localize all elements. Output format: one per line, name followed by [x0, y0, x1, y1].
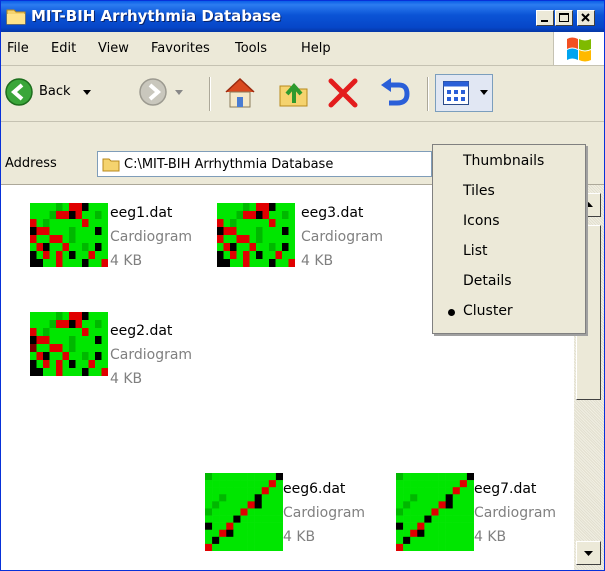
file-size: 4 KB	[110, 371, 143, 387]
minimize-button[interactable]	[536, 10, 554, 26]
folder-up-icon	[279, 82, 308, 107]
window-title: MIT-BIH Arrhythmia Database	[31, 7, 282, 25]
back-label: Back	[39, 84, 71, 99]
file-type: Cardiogram	[301, 229, 384, 245]
menu-favorites[interactable]: Favorites	[151, 41, 210, 56]
back-arrow-icon	[5, 78, 33, 106]
undo-button[interactable]	[377, 76, 411, 114]
maximize-button[interactable]	[555, 10, 573, 26]
chevron-down-icon[interactable]	[83, 90, 91, 96]
forward-arrow-icon	[139, 78, 167, 106]
view-option-label: Thumbnails	[463, 153, 545, 169]
close-button[interactable]	[577, 10, 595, 26]
scroll-down-button[interactable]	[576, 541, 601, 565]
delete-x-icon	[328, 78, 358, 108]
file-thumbnail	[30, 203, 108, 267]
menu-help[interactable]: Help	[301, 41, 331, 56]
delete-button[interactable]	[326, 76, 360, 114]
address-value: C:\MIT-BIH Arrhythmia Database	[124, 157, 334, 172]
chevron-down-icon[interactable]	[175, 90, 183, 96]
file-thumbnail	[217, 203, 295, 267]
file-size: 4 KB	[283, 529, 316, 545]
title-bar[interactable]: MIT-BIH Arrhythmia Database	[1, 1, 604, 32]
folder-icon	[102, 158, 120, 172]
view-option-label: Icons	[463, 213, 500, 229]
menu-view[interactable]: View	[98, 41, 129, 56]
forward-button[interactable]	[139, 78, 183, 110]
address-label: Address	[5, 156, 57, 171]
file-thumbnail	[396, 473, 474, 551]
folder-icon	[6, 9, 26, 25]
views-button[interactable]	[435, 74, 493, 112]
close-icon	[581, 13, 590, 22]
menu-edit[interactable]: Edit	[51, 41, 76, 56]
view-option-thumbnails[interactable]: Thumbnails	[433, 147, 583, 177]
view-option-label: Tiles	[463, 183, 495, 199]
up-folder-button[interactable]	[277, 76, 311, 114]
toolbar-separator	[427, 77, 429, 111]
toolbar-separator	[209, 77, 211, 111]
home-icon	[225, 77, 255, 108]
toolbar: Back	[1, 66, 604, 122]
view-option-tiles[interactable]: Tiles	[433, 177, 583, 207]
menu-file[interactable]: File	[7, 41, 29, 56]
file-size: 4 KB	[474, 529, 507, 545]
file-name: eeg1.dat	[110, 205, 173, 221]
windows-logo-icon	[567, 37, 591, 62]
file-name: eeg2.dat	[110, 323, 173, 339]
maximize-icon	[559, 13, 569, 22]
explorer-window: MIT-BIH Arrhythmia Database File Edit Vi…	[0, 0, 605, 571]
windows-logo-band	[553, 32, 604, 65]
file-name: eeg7.dat	[474, 481, 537, 497]
home-button[interactable]	[223, 76, 257, 114]
views-grid-icon	[443, 81, 469, 105]
file-size: 4 KB	[110, 253, 143, 269]
back-button[interactable]: Back	[5, 78, 91, 110]
file-name: eeg6.dat	[283, 481, 346, 497]
file-type: Cardiogram	[110, 347, 193, 363]
menu-bar: File Edit View Favorites Tools Help	[1, 32, 604, 66]
view-option-details[interactable]: Details	[433, 267, 583, 297]
file-thumbnail	[30, 312, 108, 376]
file-thumbnail	[205, 473, 283, 551]
menu-tools[interactable]: Tools	[235, 41, 267, 56]
selected-bullet-icon	[448, 309, 455, 316]
views-dropdown-menu: Thumbnails Tiles Icons List Details Clus…	[432, 144, 586, 334]
view-option-list[interactable]: List	[433, 237, 583, 267]
minimize-icon	[541, 20, 548, 22]
view-option-label: Details	[463, 273, 512, 289]
file-type: Cardiogram	[110, 229, 193, 245]
view-option-label: Cluster	[463, 303, 513, 319]
file-type: Cardiogram	[283, 505, 366, 521]
scroll-down-arrow-icon	[584, 551, 593, 556]
file-size: 4 KB	[301, 253, 334, 269]
undo-icon	[381, 78, 410, 106]
view-option-icons[interactable]: Icons	[433, 207, 583, 237]
chevron-down-icon	[480, 90, 488, 95]
view-option-cluster[interactable]: Cluster	[433, 297, 583, 327]
file-type: Cardiogram	[474, 505, 557, 521]
view-option-label: List	[463, 243, 488, 259]
file-name: eeg3.dat	[301, 205, 364, 221]
address-input[interactable]: C:\MIT-BIH Arrhythmia Database	[97, 151, 432, 177]
